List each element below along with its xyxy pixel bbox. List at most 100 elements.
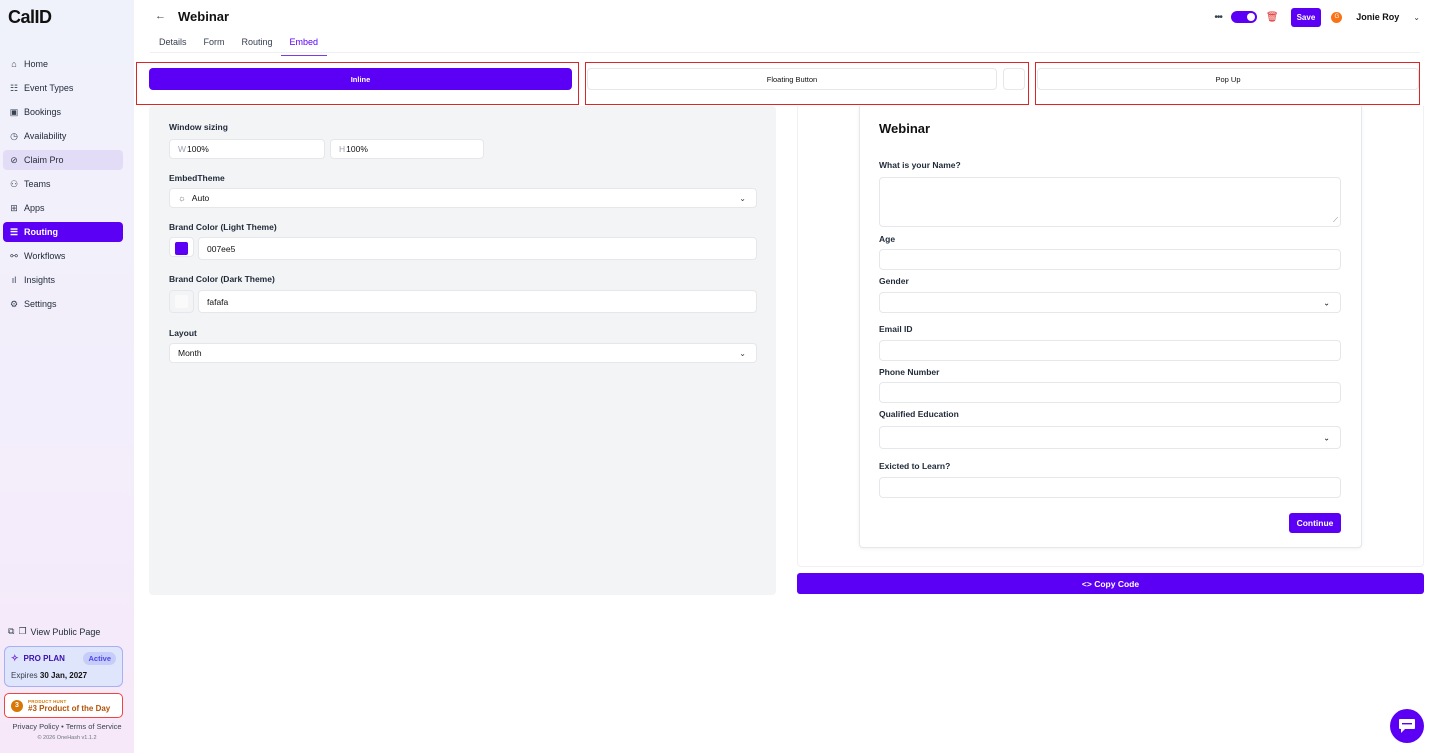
email-input[interactable] bbox=[879, 340, 1341, 361]
product-hunt-badge[interactable]: 3 PRODUCT HUNT #3 Product of the Day bbox=[4, 693, 123, 718]
gender-select[interactable]: ⌄ bbox=[879, 292, 1341, 313]
tab-routing[interactable]: Routing bbox=[242, 37, 273, 56]
brand-dark-swatch-box[interactable] bbox=[169, 290, 194, 313]
embed-mode-floating-button[interactable]: Floating Button bbox=[587, 68, 997, 90]
embed-theme-label: EmbedTheme bbox=[169, 173, 225, 183]
routing-icon: ☰ bbox=[9, 226, 19, 237]
copy-code-button[interactable]: <> Copy Code bbox=[797, 573, 1424, 594]
avatar[interactable]: G bbox=[1331, 11, 1343, 23]
medal-icon: 3 bbox=[11, 699, 23, 712]
field-label-email: Email ID bbox=[879, 324, 913, 334]
chat-icon bbox=[1399, 719, 1415, 733]
sidebar-item-label: Apps bbox=[24, 203, 45, 213]
width-input[interactable]: W 100% bbox=[169, 139, 325, 159]
sidebar-item-label: Insights bbox=[24, 275, 56, 285]
copyright: © 2026 OneHash v1.1.2 bbox=[37, 735, 97, 741]
embed-theme-value: Auto bbox=[191, 193, 210, 203]
brand-light-color-swatch bbox=[175, 242, 188, 255]
embed-mode-inline[interactable]: Inline bbox=[149, 68, 572, 90]
more-options-icon[interactable]: ••• bbox=[1214, 12, 1222, 23]
header-actions: ••• 🗑 Save G Jonie Roy ⌄ bbox=[1214, 7, 1420, 27]
teams-icon: ⚇ bbox=[9, 178, 19, 189]
bookings-icon: ▣ bbox=[9, 106, 19, 117]
sidebar-item-routing[interactable]: ☰ Routing bbox=[3, 222, 123, 242]
workflows-icon: ⚯ bbox=[10, 250, 18, 261]
sun-icon: ☼ bbox=[178, 193, 186, 203]
education-select[interactable]: ⌄ bbox=[879, 426, 1341, 449]
app-logo[interactable]: CalID bbox=[8, 7, 52, 28]
field-label-excited: Exicted to Learn? bbox=[879, 461, 951, 471]
window-sizing-label: Window sizing bbox=[169, 122, 228, 132]
plan-expiry: Expires 30 Jan, 2027 bbox=[11, 671, 116, 680]
pro-plan-card[interactable]: ✧ PRO PLAN Active Expires 30 Jan, 2027 bbox=[4, 646, 123, 687]
embed-theme-select[interactable]: ☼ Auto ⌄ bbox=[169, 188, 757, 208]
sidebar-item-insights[interactable]: ıl Insights bbox=[3, 270, 123, 290]
width-prefix: W bbox=[178, 144, 187, 154]
sidebar-item-claim-pro[interactable]: ⊘ Claim Pro bbox=[3, 150, 123, 170]
continue-button[interactable]: Continue bbox=[1289, 513, 1341, 533]
plan-name: PRO PLAN bbox=[23, 654, 65, 663]
sidebar-nav: ⌂ Home ☷ Event Types ▣ Bookings ◷ Availa… bbox=[3, 54, 123, 318]
trash-icon[interactable]: 🗑 bbox=[1266, 12, 1279, 23]
sidebar-item-apps[interactable]: ⊞ Apps bbox=[3, 198, 123, 218]
tab-embed[interactable]: Embed bbox=[280, 37, 328, 56]
view-public-page-label: View Public Page bbox=[30, 626, 101, 637]
embed-mode-divider bbox=[1003, 68, 1025, 90]
copy-icon: ❐ bbox=[18, 626, 27, 636]
sidebar-item-label: Claim Pro bbox=[24, 155, 64, 165]
excited-input[interactable] bbox=[879, 477, 1341, 498]
embed-mode-popup[interactable]: Pop Up bbox=[1037, 68, 1419, 90]
sidebar-item-label: Bookings bbox=[24, 107, 62, 117]
plan-status-badge: Active bbox=[83, 652, 116, 665]
user-name[interactable]: Jonie Roy bbox=[1356, 12, 1399, 22]
view-public-page-link[interactable]: ⧉ ❐ View Public Page bbox=[8, 626, 100, 637]
insights-icon: ıl bbox=[11, 275, 17, 285]
brand-dark-input[interactable]: fafafa bbox=[198, 290, 757, 313]
resize-handle-icon[interactable]: ⟋ bbox=[1333, 217, 1338, 225]
height-input[interactable]: H 100% bbox=[330, 139, 484, 159]
save-button[interactable]: Save bbox=[1290, 7, 1322, 27]
sidebar-item-teams[interactable]: ⚇ Teams bbox=[3, 174, 123, 194]
layout-value: Month bbox=[178, 348, 202, 358]
brand-light-swatch-box[interactable] bbox=[169, 237, 194, 257]
footer-links[interactable]: Privacy Policy • Terms of Service bbox=[0, 722, 134, 731]
sidebar-item-label: Workflows bbox=[24, 251, 66, 261]
field-label-phone: Phone Number bbox=[879, 367, 940, 377]
enabled-toggle[interactable] bbox=[1230, 11, 1257, 23]
event-tabs: Details Form Routing Embed bbox=[159, 37, 344, 56]
sidebar-item-workflows[interactable]: ⚯ Workflows bbox=[3, 246, 123, 266]
age-input[interactable] bbox=[879, 249, 1341, 270]
back-arrow-icon[interactable]: ← bbox=[155, 10, 166, 22]
sidebar-item-home[interactable]: ⌂ Home bbox=[3, 54, 123, 74]
chevron-down-icon: ⌄ bbox=[739, 348, 746, 358]
name-textarea[interactable]: ⟋ bbox=[879, 177, 1341, 227]
layout-label: Layout bbox=[169, 328, 197, 338]
sidebar-item-availability[interactable]: ◷ Availability bbox=[3, 126, 123, 146]
home-icon: ⌂ bbox=[11, 59, 17, 69]
sidebar-item-label: Event Types bbox=[24, 83, 74, 93]
chevron-down-icon: ⌄ bbox=[1323, 298, 1330, 307]
clock-icon: ◷ bbox=[10, 130, 18, 141]
chevron-down-icon[interactable]: ⌄ bbox=[1413, 13, 1420, 22]
height-prefix: H bbox=[339, 144, 346, 154]
brand-light-label: Brand Color (Light Theme) bbox=[169, 222, 277, 232]
layout-select[interactable]: Month ⌄ bbox=[169, 343, 757, 363]
phone-input[interactable] bbox=[879, 382, 1341, 403]
chat-widget-button[interactable] bbox=[1390, 709, 1424, 743]
claim-icon: ⊘ bbox=[10, 154, 18, 165]
page-title: Webinar bbox=[178, 9, 230, 24]
sidebar-item-bookings[interactable]: ▣ Bookings bbox=[3, 102, 123, 122]
product-hunt-rank: #3 Product of the Day bbox=[28, 703, 111, 713]
field-label-age: Age bbox=[879, 234, 896, 244]
expires-date: 30 Jan, 2027 bbox=[39, 671, 88, 680]
brand-light-input[interactable]: 007ee5 bbox=[198, 237, 757, 260]
tab-details[interactable]: Details bbox=[159, 37, 187, 56]
external-link-icon: ⧉ bbox=[8, 626, 15, 636]
brand-dark-value: fafafa bbox=[207, 296, 229, 307]
tab-form[interactable]: Form bbox=[204, 37, 225, 56]
sidebar-item-settings[interactable]: ⚙ Settings bbox=[3, 294, 123, 314]
sidebar-item-event-types[interactable]: ☷ Event Types bbox=[3, 78, 123, 98]
field-label-education: Qualified Education bbox=[879, 409, 959, 419]
field-label-gender: Gender bbox=[879, 276, 909, 286]
sidebar-item-label: Routing bbox=[24, 227, 58, 237]
